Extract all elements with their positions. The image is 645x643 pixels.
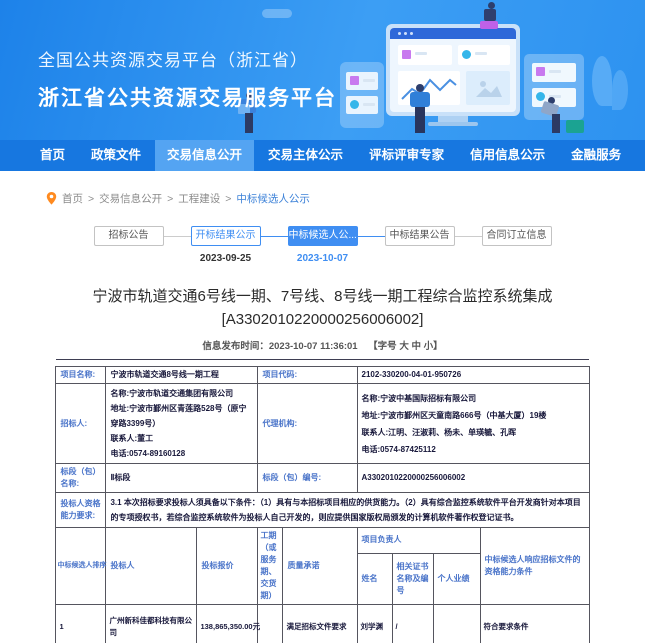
- phone-graphic: [340, 62, 384, 128]
- breadcrumb-home[interactable]: 首页: [62, 191, 83, 206]
- process-steps: 招标公告 开标结果公示 2023-09-25 中标候选人公... 2023-10…: [0, 226, 645, 264]
- tenderer-value: 名称:宁波市轨道交通集团有限公司 地址:宁波市鄞州区青莲路528号（原宁穿路33…: [106, 384, 258, 464]
- candidate-rank: 1: [56, 605, 106, 643]
- image-icon: [466, 71, 510, 105]
- nav-item-experts[interactable]: 评标评审专家: [357, 140, 456, 171]
- candidate-price: 138,865,350.00元: [197, 605, 258, 643]
- breadcrumb-separator: >: [88, 193, 94, 205]
- header-condition: 中标候选人响应招标文件的资格能力条件: [480, 528, 589, 605]
- qualification-label: 投标人资格能力要求:: [56, 493, 106, 528]
- title-divider: [56, 359, 589, 360]
- plant-graphic: [592, 56, 612, 106]
- fontsize-label: 【字号: [368, 341, 397, 352]
- site-banner: 全国公共资源交易平台（浙江省） 浙江省公共资源交易服务平台: [0, 0, 645, 140]
- step-connector: [261, 236, 288, 237]
- step-connector: [455, 236, 482, 237]
- person-figure: [488, 2, 495, 9]
- candidate-bidder: 广州新科佳都科技有限公司: [106, 605, 197, 643]
- publish-label: 信息发布时间：: [202, 341, 269, 352]
- step-tender-announcement[interactable]: 招标公告: [94, 226, 164, 246]
- step-connector: [358, 236, 385, 237]
- section-name-value: Ⅱ标段: [106, 464, 258, 493]
- header-manager: 项目负责人: [357, 528, 480, 554]
- publish-info: 信息发布时间：2023-10-07 11:36:01 【字号 大 中 小】: [0, 338, 645, 352]
- nav-item-trade-info[interactable]: 交易信息公开: [155, 140, 254, 171]
- national-platform-title: 全国公共资源交易平台（浙江省）: [38, 46, 337, 71]
- header-duration: 工期（或服务期、交货期）: [258, 528, 283, 605]
- section-code-label: 标段（包）编号:: [258, 464, 357, 493]
- agency-label: 代理机构:: [258, 384, 357, 464]
- fontsize-small-button[interactable]: 小: [424, 341, 434, 352]
- header-rank: 中标候选人排序: [56, 528, 106, 605]
- plant-graphic: [612, 70, 628, 110]
- candidate-manager-name: 刘学渊: [357, 605, 392, 643]
- step-date: 2023-09-25: [200, 253, 251, 264]
- breadcrumb-trade-info[interactable]: 交易信息公开: [99, 191, 162, 206]
- candidate-quality: 满足招标文件要求: [283, 605, 357, 643]
- breadcrumb-separator: >: [225, 193, 231, 205]
- qualification-text: 3.1 本次招标要求投标人须具备以下条件：（1）具有与本招标项目相应的供货能力。…: [106, 493, 589, 528]
- project-name-label: 项目名称:: [56, 367, 106, 384]
- nav-item-policy[interactable]: 政策文件: [79, 140, 153, 171]
- site-title: 浙江省公共资源交易服务平台: [38, 82, 337, 112]
- header-bidder: 投标人: [106, 528, 197, 605]
- header-name: 姓名: [357, 553, 392, 604]
- section-code-value: A3302010220000256006002: [357, 464, 589, 493]
- nav-item-trade-subject[interactable]: 交易主体公示: [256, 140, 355, 171]
- candidate-row: 1 广州新科佳都科技有限公司 138,865,350.00元 满足招标文件要求 …: [56, 605, 589, 643]
- project-code-label: 项目代码:: [258, 367, 357, 384]
- step-winning-result[interactable]: 中标结果公告: [385, 226, 455, 246]
- cloud-graphic: [262, 9, 292, 18]
- project-code-value: 2102-330200-04-01-950726: [357, 367, 589, 384]
- tenderer-label: 招标人:: [56, 384, 106, 464]
- title-line1: 宁波市轨道交通6号线一期、7号线、8号线一期工程综合监控系统集成: [0, 285, 645, 308]
- candidate-condition: 符合要求条件: [480, 605, 589, 643]
- step-date: 2023-10-07: [297, 253, 348, 264]
- nav-item-finance[interactable]: 金融服务: [559, 140, 633, 171]
- breadcrumb-current: 中标候选人公示: [236, 191, 310, 206]
- header-quality: 质量承诺: [283, 528, 357, 605]
- project-name-value: 宁波市轨道交通8号线一期工程: [106, 367, 258, 384]
- box-graphic: [566, 120, 584, 133]
- fontsize-medium-button[interactable]: 中: [411, 341, 421, 352]
- candidate-cert: /: [392, 605, 433, 643]
- page-title: 宁波市轨道交通6号线一期、7号线、8号线一期工程综合监控系统集成 [A33020…: [0, 285, 645, 331]
- monitor-graphic: [386, 24, 520, 116]
- breadcrumb-engineering[interactable]: 工程建设: [178, 191, 220, 206]
- candidate-achievement: [433, 605, 480, 643]
- nav-item-home[interactable]: 首页: [28, 140, 77, 171]
- publish-time: 2023-10-07 11:36:01: [269, 341, 358, 352]
- step-winning-candidate[interactable]: 中标候选人公...: [288, 226, 358, 246]
- location-pin-icon: [46, 192, 57, 205]
- candidate-duration: [258, 605, 283, 643]
- breadcrumb-separator: >: [167, 193, 173, 205]
- section-name-label: 标段（包）名称:: [56, 464, 106, 493]
- step-contract-info[interactable]: 合同订立信息: [482, 226, 552, 246]
- agency-value: 名称:宁波中基国际招标有限公司 地址:宁波市鄞州区天童南路666号（中基大厦）1…: [357, 384, 589, 464]
- title-line2: [A3302010220000256006002]: [0, 308, 645, 331]
- step-bid-opening-result[interactable]: 开标结果公示: [191, 226, 261, 246]
- nav-item-credit[interactable]: 信用信息公示: [458, 140, 557, 171]
- header-achievement: 个人业绩: [433, 553, 480, 604]
- main-nav: 首页 政策文件 交易信息公开 交易主体公示 评标评审专家 信用信息公示 金融服务…: [0, 140, 645, 171]
- nav-item-interaction[interactable]: 互动交流: [635, 140, 645, 171]
- announcement-table: 项目名称: 宁波市轨道交通8号线一期工程 项目代码: 2102-330200-0…: [55, 366, 589, 643]
- monitor-base-graphic: [428, 122, 478, 126]
- fontsize-large-button[interactable]: 大: [399, 341, 409, 352]
- breadcrumb: 首页 > 交易信息公开 > 工程建设 > 中标候选人公示: [46, 191, 645, 206]
- header-cert: 相关证书名称及编号: [392, 553, 433, 604]
- step-connector: [164, 236, 191, 237]
- person-figure: [416, 84, 424, 92]
- header-price: 投标报价: [197, 528, 258, 605]
